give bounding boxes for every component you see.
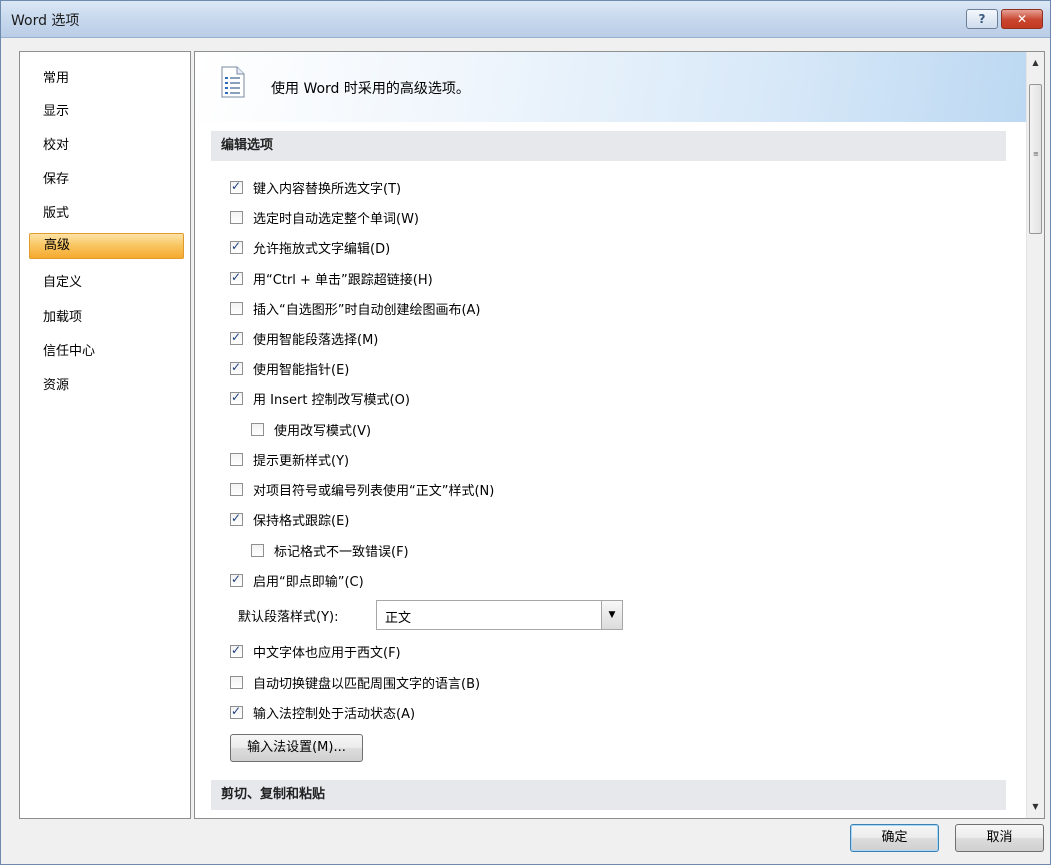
checkbox[interactable] [230,210,243,224]
default-paragraph-style-label: 默认段落样式(Y): [238,610,339,625]
checkbox[interactable] [230,572,243,587]
category-nav: 常用 显示 校对 保存 版式 高级 自定义 加载项 信任中心 资源 [19,51,191,819]
option-click-and-type[interactable]: 启用“即点即输”(C) [230,570,364,590]
chevron-down-icon[interactable]: ▼ [601,601,622,629]
section-editing-options: 编辑选项 [211,131,1006,161]
checkbox[interactable] [251,422,264,436]
scrollbar-thumb[interactable]: ≡ [1029,84,1042,234]
checkbox[interactable] [230,511,243,526]
option-smart-paragraph-selection[interactable]: 使用智能段落选择(M) [230,328,378,348]
checkbox[interactable] [230,390,243,405]
close-button[interactable]: ✕ [1001,9,1043,29]
checkbox[interactable] [230,675,243,689]
option-prompt-update-style[interactable]: 提示更新样式(Y) [230,449,349,469]
scroll-up-arrow-icon[interactable]: ▲ [1027,54,1044,71]
option-drag-drop-editing[interactable]: 允许拖放式文字编辑(D) [230,237,390,257]
option-chinese-font-latin[interactable]: 中文字体也应用于西文(F) [230,641,401,661]
nav-item-common[interactable]: 常用 [29,66,184,92]
checkbox[interactable] [230,452,243,466]
word-options-dialog: Word 选项 ? ✕ 常用 显示 校对 保存 版式 高级 自定义 加载项 信任… [0,0,1051,865]
nav-item-display[interactable]: 显示 [29,99,184,125]
option-ime-control-active[interactable]: 输入法控制处于活动状态(A) [230,702,415,722]
section-cut-copy-paste: 剪切、复制和粘贴 [211,780,1006,810]
nav-item-layout[interactable]: 版式 [29,201,184,227]
option-insert-key-overtype[interactable]: 用 Insert 控制改写模式(O) [230,388,410,408]
checkbox[interactable] [230,704,243,719]
option-smart-cursoring[interactable]: 使用智能指针(E) [230,358,349,378]
cancel-button[interactable]: 取消 [955,824,1044,852]
ime-settings-button[interactable]: 输入法设置(M)... [230,734,363,762]
nav-item-resources[interactable]: 资源 [29,373,184,399]
option-auto-drawing-canvas[interactable]: 插入“自选图形”时自动创建绘图画布(A) [230,298,481,318]
nav-item-save[interactable]: 保存 [29,167,184,193]
default-paragraph-style-select[interactable]: 正文 ▼ [376,600,623,630]
checkbox[interactable] [230,643,243,658]
checkbox[interactable] [230,179,243,194]
checkbox[interactable] [230,360,243,375]
option-select-entire-word[interactable]: 选定时自动选定整个单词(W) [230,207,419,227]
checkbox[interactable] [230,301,243,315]
grip-icon: ≡ [1033,150,1039,158]
nav-item-addins[interactable]: 加载项 [29,305,184,331]
nav-item-trust-center[interactable]: 信任中心 [29,339,184,365]
ok-button[interactable]: 确定 [850,824,939,852]
checkbox[interactable] [230,239,243,254]
document-list-icon [221,66,245,98]
option-keep-track-formatting[interactable]: 保持格式跟踪(E) [230,509,349,529]
header-banner: 使用 Word 时采用的高级选项。 [195,52,1027,122]
option-mark-format-inconsistencies[interactable]: 标记格式不一致错误(F) [251,540,409,560]
checkbox[interactable] [230,270,243,285]
nav-item-customize[interactable]: 自定义 [29,270,184,296]
nav-item-advanced[interactable]: 高级 [29,233,184,259]
scroll-down-arrow-icon[interactable]: ▼ [1027,798,1044,815]
checkbox[interactable] [230,482,243,496]
help-button[interactable]: ? [966,9,998,29]
checkbox[interactable] [230,330,243,345]
checkbox[interactable] [251,543,264,557]
title-bar: Word 选项 ? ✕ [1,1,1050,38]
option-ctrl-click-hyperlink[interactable]: 用“Ctrl + 单击”跟踪超链接(H) [230,268,433,288]
default-paragraph-style-value: 正文 [385,611,412,626]
option-auto-switch-keyboard[interactable]: 自动切换键盘以匹配周围文字的语言(B) [230,672,480,692]
nav-item-proofing[interactable]: 校对 [29,133,184,159]
header-text: 使用 Word 时采用的高级选项。 [271,81,470,97]
option-use-overtype-mode[interactable]: 使用改写模式(V) [251,419,371,439]
window-title: Word 选项 [11,13,80,29]
option-normal-style-lists[interactable]: 对项目符号或编号列表使用“正文”样式(N) [230,479,494,499]
vertical-scrollbar[interactable]: ▲ ≡ ▼ [1026,52,1044,818]
advanced-options-panel: 使用 Word 时采用的高级选项。 编辑选项 键入内容替换所选文字(T) 选定时… [194,51,1045,819]
option-typing-replaces-selection[interactable]: 键入内容替换所选文字(T) [230,177,401,197]
